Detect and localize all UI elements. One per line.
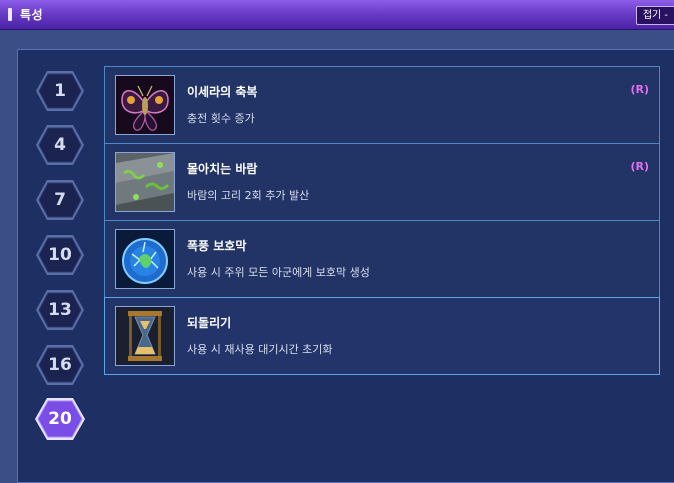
talent-name: 폭풍 보호막 (187, 239, 247, 253)
stone-moss-icon (115, 152, 175, 212)
level-tier-7[interactable]: 7 (34, 178, 86, 222)
level-tier-label: 20 (48, 409, 72, 429)
title-bar: 특성 접기 - (0, 0, 674, 30)
talent-description: 바람의 고리 2회 추가 발산 (187, 189, 310, 202)
talent-row-gathering-storm[interactable]: 몰아치는 바람 바람의 고리 2회 추가 발산 (R) (104, 143, 660, 221)
talent-row-ysera[interactable]: 이세라의 축복 충전 횟수 증가 (R) (104, 66, 660, 144)
talent-badge: (R) (630, 83, 649, 96)
talent-name: 이세라의 축복 (187, 85, 258, 99)
talent-description: 충전 횟수 증가 (187, 112, 255, 125)
talent-list: 이세라의 축복 충전 횟수 증가 (R) 몰아치는 바람 바람의 고리 2회 추… (104, 66, 660, 375)
collapse-button[interactable]: 접기 - (635, 6, 674, 25)
level-tier-label: 10 (48, 245, 72, 265)
window-title: 특성 (20, 8, 44, 22)
level-tier-label: 16 (48, 355, 72, 375)
level-tier-13[interactable]: 13 (34, 288, 86, 332)
level-tier-20[interactable]: 20 (34, 397, 86, 441)
talent-description: 사용 시 재사용 대기시간 초기화 (187, 343, 333, 356)
level-tier-16[interactable]: 16 (34, 343, 86, 387)
talent-row-rewind[interactable]: 되돌리기 사용 시 재사용 대기시간 초기화 (104, 297, 660, 375)
level-tier-label: 7 (54, 190, 66, 210)
talent-row-storm-shield[interactable]: 폭풍 보호막 사용 시 주위 모든 아군에게 보호막 생성 (104, 220, 660, 298)
level-tier-label: 4 (54, 135, 66, 155)
level-tier-label: 13 (48, 300, 72, 320)
title-accent-bar (8, 8, 12, 21)
talent-badge: (R) (630, 160, 649, 173)
level-tier-4[interactable]: 4 (34, 123, 86, 167)
level-tier-label: 1 (54, 81, 66, 101)
talent-description: 사용 시 주위 모든 아군에게 보호막 생성 (187, 266, 370, 279)
level-tier-10[interactable]: 10 (34, 233, 86, 277)
talent-name: 되돌리기 (187, 316, 232, 330)
storm-shield-icon (115, 229, 175, 289)
hourglass-icon (115, 306, 175, 366)
level-tier-1[interactable]: 1 (34, 69, 86, 113)
moth-icon (115, 75, 175, 135)
talent-name: 몰아치는 바람 (187, 162, 258, 176)
